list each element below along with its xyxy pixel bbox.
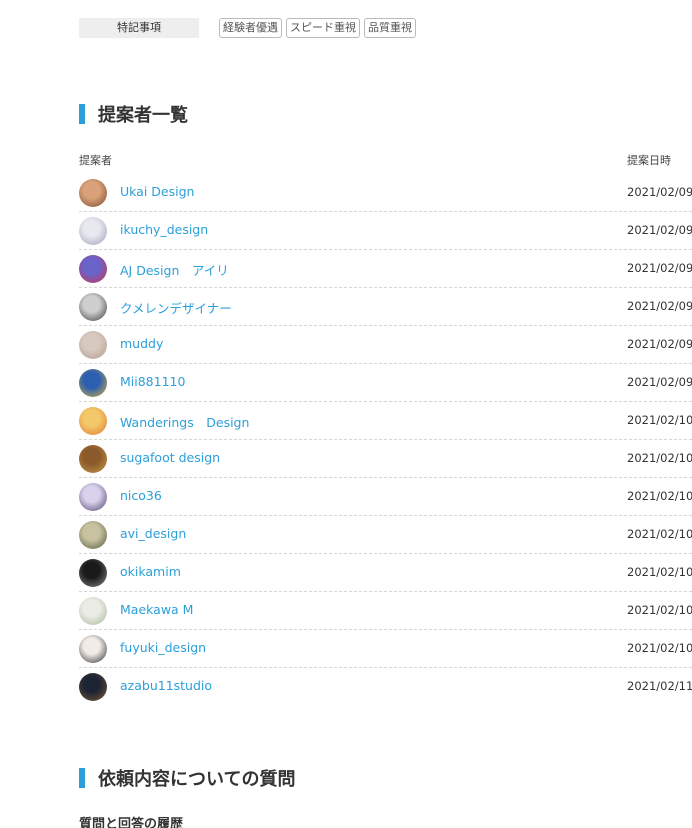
special-tag: 経験者優遇 xyxy=(219,18,282,38)
proposer-avatar[interactable] xyxy=(79,673,107,701)
proposer-row: fuyuki_design 2021/02/10 xyxy=(79,630,692,668)
proposers-table-header: 提案者 提案日時 xyxy=(79,152,692,174)
proposal-date: 2021/02/10 xyxy=(627,527,692,541)
proposal-date: 2021/02/09 xyxy=(627,223,692,237)
proposer-row: ikuchy_design 2021/02/09 xyxy=(79,212,692,250)
heading-accent-bar xyxy=(79,768,85,788)
proposer-avatar[interactable] xyxy=(79,331,107,359)
special-notes-label: 特記事項 xyxy=(79,18,199,38)
proposer-avatar[interactable] xyxy=(79,407,107,435)
proposer-row: nico36 2021/02/10 xyxy=(79,478,692,516)
proposer-name-link[interactable]: Wanderings Design xyxy=(120,412,249,431)
proposer-row: avi_design 2021/02/10 xyxy=(79,516,692,554)
proposer-name-link[interactable]: muddy xyxy=(120,336,163,351)
proposers-list: Ukai Design 2021/02/09 ikuchy_design 2021/0… xyxy=(79,174,692,706)
proposal-date: 2021/02/10 xyxy=(627,451,692,465)
special-notes-tags: 経験者優遇 スピード重視 品質重視 xyxy=(219,18,416,38)
questions-heading: 依頼内容についての質問 xyxy=(79,765,295,791)
proposer-name-link[interactable]: fuyuki_design xyxy=(120,640,206,655)
proposer-name-link[interactable]: Mii881110 xyxy=(120,374,185,389)
special-tag: 品質重視 xyxy=(364,18,416,38)
proposal-date: 2021/02/10 xyxy=(627,603,692,617)
proposer-avatar[interactable] xyxy=(79,559,107,587)
questions-heading-text: 依頼内容についての質問 xyxy=(98,769,296,790)
proposer-avatar[interactable] xyxy=(79,179,107,207)
proposer-name-link[interactable]: sugafoot design xyxy=(120,450,220,465)
proposer-avatar[interactable] xyxy=(79,635,107,663)
proposer-avatar[interactable] xyxy=(79,445,107,473)
proposer-row: sugafoot design 2021/02/10 xyxy=(79,440,692,478)
proposer-row: Mii881110 2021/02/09 xyxy=(79,364,692,402)
proposer-avatar[interactable] xyxy=(79,255,107,283)
proposer-name-link[interactable]: okikamim xyxy=(120,564,181,579)
proposer-row: AJ Design アイリ 2021/02/09 xyxy=(79,250,692,288)
proposal-date: 2021/02/10 xyxy=(627,489,692,503)
proposers-heading: 提案者一覧 xyxy=(79,101,188,127)
proposers-heading-text: 提案者一覧 xyxy=(98,105,188,126)
proposer-name-link[interactable]: avi_design xyxy=(120,526,186,541)
heading-accent-bar xyxy=(79,104,85,124)
proposer-row: okikamim 2021/02/10 xyxy=(79,554,692,592)
proposer-name-link[interactable]: クメレンデザイナー xyxy=(120,298,232,317)
proposer-name-link[interactable]: AJ Design アイリ xyxy=(120,260,229,279)
proposal-date: 2021/02/10 xyxy=(627,641,692,655)
proposer-name-link[interactable]: ikuchy_design xyxy=(120,222,208,237)
proposal-date: 2021/02/11 xyxy=(627,679,692,693)
proposer-avatar[interactable] xyxy=(79,217,107,245)
proposer-name-link[interactable]: Ukai Design xyxy=(120,184,194,199)
proposer-avatar[interactable] xyxy=(79,369,107,397)
proposer-row: クメレンデザイナー 2021/02/09 xyxy=(79,288,692,326)
proposer-row: azabu11studio 2021/02/11 xyxy=(79,668,692,706)
special-notes-row: 特記事項 経験者優遇 スピード重視 品質重視 xyxy=(79,18,416,38)
proposer-name-link[interactable]: azabu11studio xyxy=(120,678,212,693)
proposal-date: 2021/02/09 xyxy=(627,299,692,313)
col-date: 提案日時 xyxy=(627,154,671,167)
proposal-date: 2021/02/10 xyxy=(627,565,692,579)
qa-history-label: 質問と回答の履歴 xyxy=(79,817,184,828)
proposal-date: 2021/02/09 xyxy=(627,375,692,389)
proposer-row: Wanderings Design 2021/02/10 xyxy=(79,402,692,440)
proposal-date: 2021/02/10 xyxy=(627,413,692,427)
proposer-name-link[interactable]: Maekawa M xyxy=(120,602,193,617)
proposal-date: 2021/02/09 xyxy=(627,185,692,199)
proposer-name-link[interactable]: nico36 xyxy=(120,488,162,503)
col-proposer: 提案者 xyxy=(79,154,112,167)
proposer-row: muddy 2021/02/09 xyxy=(79,326,692,364)
special-tag: スピード重視 xyxy=(286,18,360,38)
proposer-row: Maekawa M 2021/02/10 xyxy=(79,592,692,630)
proposer-avatar[interactable] xyxy=(79,597,107,625)
proposer-avatar[interactable] xyxy=(79,521,107,549)
proposal-date: 2021/02/09 xyxy=(627,337,692,351)
proposer-avatar[interactable] xyxy=(79,293,107,321)
proposal-date: 2021/02/09 xyxy=(627,261,692,275)
proposer-row: Ukai Design 2021/02/09 xyxy=(79,174,692,212)
proposer-avatar[interactable] xyxy=(79,483,107,511)
